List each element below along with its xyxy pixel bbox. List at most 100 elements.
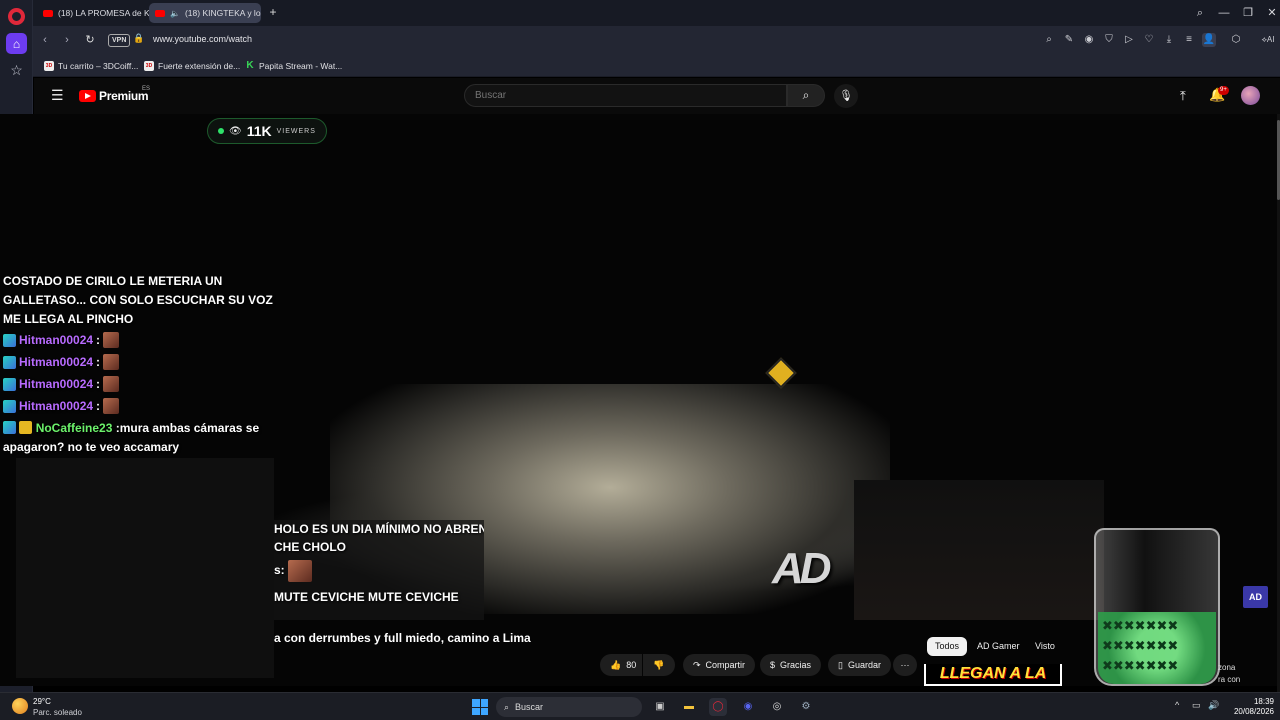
dislike-button[interactable]: 👎 — [643, 654, 675, 676]
ai-button[interactable]: ⟡AI — [1257, 33, 1279, 47]
heart-icon[interactable]: ♡ — [1142, 33, 1156, 47]
forward-icon[interactable]: › — [59, 32, 75, 48]
tab-kingteka[interactable]: 🔈 (18) KINGTEKA y los F — [149, 3, 261, 23]
youtube-premium-logo[interactable]: Premium — [79, 89, 149, 103]
address-bar: ‹ › ↻ VPN 🔒 www.youtube.com/watch ⌕ ✎ ◉ … — [33, 26, 1280, 54]
weather-temperature[interactable]: 29°C — [33, 697, 51, 706]
profile-icon[interactable]: 👤 — [1202, 33, 1216, 47]
thanks-button[interactable]: $ Gracias — [760, 654, 822, 676]
more-dots-icon: ··· — [900, 660, 910, 670]
download-icon[interactable]: ⤓ — [1162, 33, 1176, 47]
taskbar-search[interactable]: ⌕ Buscar — [496, 697, 642, 717]
clock-time: 18:39 — [1253, 697, 1274, 706]
chrome-like-icon[interactable]: ◎ — [768, 698, 786, 716]
eye-icon: 👁 — [229, 125, 242, 137]
bookmark-fuerte-extension[interactable]: 3D Fuerte extensión de... — [144, 59, 240, 72]
task-view-icon[interactable]: ▣ — [651, 698, 669, 716]
overlay-chat-line: HOLO ES UN DIA MÍNIMO NO ABREN — [274, 522, 484, 536]
like-count: 80 — [626, 660, 637, 670]
shield-icon[interactable]: ⛉ — [1102, 33, 1116, 47]
tab-title: (18) KINGTEKA y los F — [184, 8, 261, 18]
thumbs-up-icon: 👍 — [610, 659, 622, 670]
file-explorer-icon[interactable]: ▬ — [680, 698, 698, 716]
speaker-icon[interactable]: 🔈 — [170, 9, 180, 18]
close-button[interactable]: ✕ — [1263, 4, 1280, 22]
bookmark-papita-stream[interactable]: K Papita Stream - Wat... — [245, 59, 342, 72]
network-icon[interactable]: ▭ — [1192, 700, 1201, 711]
viewers-count: 11K — [246, 123, 272, 139]
vpn-badge[interactable]: VPN — [108, 34, 131, 47]
chat-username: Hitman00024 — [19, 333, 94, 347]
bookmark-label: Fuerte extensión de... — [158, 60, 241, 71]
thanks-label: Gracias — [780, 660, 812, 670]
chat-separator: : — [96, 355, 101, 369]
discord-icon[interactable]: ◉ — [739, 698, 757, 716]
play-icon[interactable]: ▷ — [1122, 33, 1136, 47]
thumbs-down-icon: 👎 — [653, 659, 665, 670]
ad-gamer-small-logo: AD — [1243, 586, 1268, 608]
search-page-icon[interactable]: ⌕ — [1042, 33, 1056, 47]
avatar[interactable] — [1241, 86, 1260, 105]
tray-chevron-icon[interactable]: ^ — [1175, 700, 1179, 710]
chat-message: COSTADO DE CIRILO LE METERIA UN GALLETAS… — [3, 274, 273, 326]
chat-username: NoCaffeine23 — [35, 421, 113, 435]
bookmark-label: Tu carrito – 3DCoiff... — [58, 60, 139, 71]
windows-start-icon[interactable] — [472, 699, 488, 715]
chat-badge-icon — [3, 399, 16, 413]
share-button[interactable]: ↷ Compartir — [683, 654, 756, 676]
emote-icon — [103, 332, 120, 348]
search-input[interactable] — [464, 84, 787, 107]
minimize-button[interactable]: — — [1215, 4, 1233, 22]
weather-sun-icon[interactable] — [12, 698, 28, 714]
settings-gear-icon[interactable]: ⚙ — [797, 698, 815, 716]
share-label: Compartir — [705, 660, 746, 670]
home-icon[interactable]: ⌂ — [6, 33, 27, 54]
upload-icon[interactable]: ⤒ — [1180, 88, 1186, 104]
bookmark-3dcoiff[interactable]: 3D Tu carrito – 3DCoiff... — [44, 59, 138, 72]
url-text[interactable]: www.youtube.com/watch — [153, 34, 252, 44]
search-icon: ⌕ — [802, 88, 810, 102]
lock-icon[interactable]: 🔒 — [133, 33, 144, 44]
reload-icon[interactable]: ↻ — [82, 32, 98, 48]
chip-todos[interactable]: Todos — [927, 637, 968, 656]
chip-ad-gamer[interactable]: AD Gamer — [969, 637, 1028, 656]
search-tabs-icon[interactable]: ⌕ — [1191, 4, 1209, 22]
camera-icon[interactable]: ◉ — [1082, 33, 1096, 47]
chat-message-nocaffeine: NoCaffeine23 :mura ambas cámaras se apag… — [3, 419, 293, 457]
voice-search-button[interactable]: 🎙 — [834, 84, 858, 108]
tab-la-promesa[interactable]: (18) LA PROMESA de King — [37, 3, 149, 23]
search-icon: ⌕ — [504, 701, 510, 712]
opera-taskbar-icon[interactable]: ◯ — [709, 698, 727, 716]
chip-visto[interactable]: Visto — [1027, 637, 1063, 656]
weather-description[interactable]: Parc. soleado — [33, 708, 82, 717]
taskbar-clock[interactable]: 18:39 20/08/2026 — [1232, 697, 1274, 717]
video-player[interactable]: 👁 11K VIEWERS COSTADO DE CIRILO LE METER… — [0, 114, 1278, 686]
emote-icon — [288, 560, 313, 582]
back-icon[interactable]: ‹ — [37, 32, 53, 48]
restore-button[interactable]: ❐ — [1239, 4, 1257, 22]
tab-bar: (18) LA PROMESA de King 🔈 (18) KINGTEKA … — [33, 0, 1280, 26]
chat-badge-icon — [3, 421, 16, 434]
extension-icon[interactable]: ⬡ — [1229, 33, 1243, 47]
search-button[interactable]: ⌕ — [787, 84, 825, 107]
overlay-chat-line: MUTE CEVICHE MUTE CEVICHE — [274, 590, 459, 604]
edit-icon[interactable]: ✎ — [1062, 33, 1076, 47]
star-icon[interactable]: ☆ — [8, 62, 25, 79]
chat-badge-icon — [3, 355, 16, 369]
youtube-header: ☰ Premium ES ⌕ 🎙 ⤒ 🔔 9+ — [34, 78, 1280, 114]
chat-username: Hitman00024 — [19, 377, 94, 391]
tab-title: (18) LA PROMESA de King — [58, 8, 149, 18]
like-button[interactable]: 👍 80 — [600, 654, 642, 676]
save-button[interactable]: ▯ Guardar — [828, 654, 891, 676]
kick-favicon-icon: K — [246, 59, 254, 71]
3d-favicon-icon: 3D — [44, 60, 54, 71]
new-tab-button[interactable]: + — [266, 5, 280, 19]
live-dot-icon — [218, 128, 224, 134]
windows-taskbar: 29°C Parc. soleado ⌕ Buscar ▣ ▬ ◯ ◉ ◎ ⚙ … — [0, 692, 1280, 720]
more-options-button[interactable]: ··· — [893, 654, 917, 676]
volume-icon[interactable]: 🔊 — [1208, 700, 1219, 711]
emote-icon — [103, 376, 120, 392]
hamburger-menu-icon[interactable]: ☰ — [51, 88, 65, 102]
opera-logo-icon[interactable] — [8, 8, 25, 25]
menu-lines-icon[interactable]: ≡ — [1182, 33, 1196, 47]
